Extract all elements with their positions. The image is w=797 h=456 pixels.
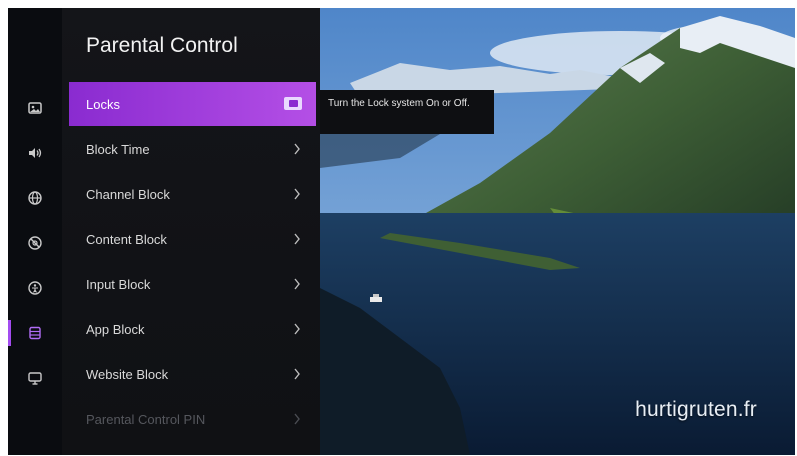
menu-item-label: Website Block	[86, 366, 169, 382]
picture-icon[interactable]	[8, 91, 62, 125]
menu-item-website-block[interactable]: Website Block	[69, 352, 316, 396]
chevron-right-icon	[290, 141, 304, 157]
menu-item-label: Locks	[86, 96, 120, 112]
background-image	[320, 8, 795, 455]
chevron-right-icon	[290, 276, 304, 292]
accessibility-icon[interactable]	[8, 226, 62, 260]
toggle-knob	[288, 100, 298, 107]
help-tooltip: Turn the Lock system On or Off.	[320, 90, 494, 134]
menu-item-locks[interactable]: Locks	[69, 82, 316, 126]
settings-category-rail	[8, 8, 62, 455]
parental-control-panel: Parental Control Locks Block Time Channe…	[62, 8, 320, 455]
menu-item-content-block[interactable]: Content Block	[69, 217, 316, 261]
chevron-right-icon	[290, 231, 304, 247]
tv-screen: hurtigruten.fr Parental Control Locks Bl…	[8, 8, 795, 455]
chevron-right-icon	[290, 366, 304, 382]
locks-toggle[interactable]	[284, 97, 302, 110]
menu-item-label: Content Block	[86, 231, 167, 247]
support-icon[interactable]	[8, 361, 62, 395]
watermark-text: hurtigruten.fr	[635, 398, 757, 421]
menu-item-label: Input Block	[86, 276, 151, 292]
sound-icon[interactable]	[8, 136, 62, 170]
menu-item-label: App Block	[86, 321, 145, 337]
menu-item-input-block[interactable]: Input Block	[69, 262, 316, 306]
general-icon[interactable]	[8, 271, 62, 305]
network-icon[interactable]	[8, 181, 62, 215]
chevron-right-icon	[290, 186, 304, 202]
chevron-right-icon	[290, 411, 304, 427]
system-icon[interactable]	[8, 316, 62, 350]
chevron-right-icon	[290, 321, 304, 337]
menu-item-app-block[interactable]: App Block	[69, 307, 316, 351]
menu-item-label: Channel Block	[86, 186, 170, 202]
menu-item-label: Parental Control PIN	[86, 411, 206, 427]
menu-item-block-time[interactable]: Block Time	[69, 127, 316, 171]
menu-item-label: Block Time	[86, 141, 150, 157]
menu-item-channel-block[interactable]: Channel Block	[69, 172, 316, 216]
page-title: Parental Control	[86, 34, 238, 57]
menu-item-parental-control-pin: Parental Control PIN	[69, 397, 316, 441]
